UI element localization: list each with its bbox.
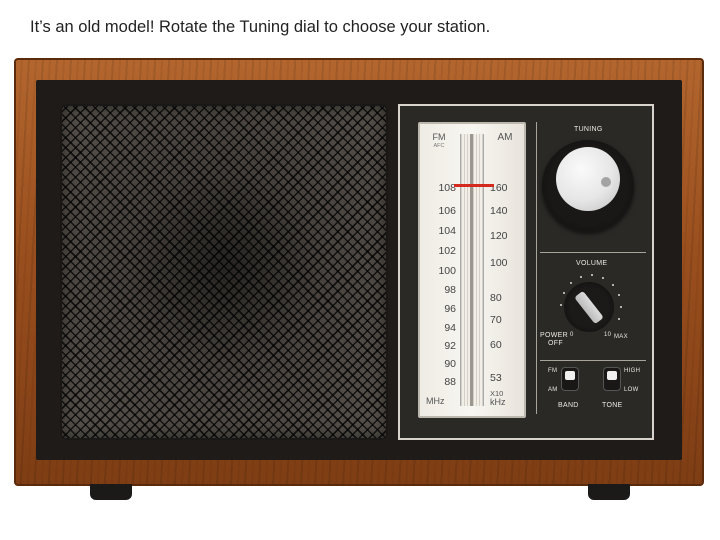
- volume-min-label: 0: [570, 332, 574, 338]
- volume-tick: [591, 274, 593, 276]
- fm-scale-header: FM: [432, 132, 446, 142]
- fm-scale-label: 104: [438, 225, 456, 237]
- fm-unit-label: MHz: [426, 396, 445, 406]
- am-scale-label: 160: [490, 182, 508, 194]
- volume-tick: [602, 277, 604, 279]
- fm-scale-label: 96: [444, 303, 456, 315]
- tone-low-label: LOW: [624, 387, 639, 393]
- band-am-label: AM: [548, 387, 558, 393]
- volume-tick: [560, 304, 562, 306]
- volume-tick: [620, 306, 622, 308]
- band-switch-nub: [565, 371, 575, 380]
- am-scale-label: 100: [490, 257, 508, 269]
- cabinet-foot-right: [588, 484, 630, 500]
- am-unit-khz: kHz: [490, 397, 506, 407]
- cabinet-foot-left: [90, 484, 132, 500]
- fm-scale-label: 108: [438, 182, 456, 194]
- fm-scale-label: 98: [444, 284, 456, 296]
- dial-scale-bar: [460, 134, 484, 406]
- tone-label: TONE: [602, 402, 623, 409]
- am-unit-label: X10 kHz: [490, 390, 506, 407]
- volume-tick: [580, 276, 582, 278]
- volume-tick: [618, 294, 620, 296]
- tone-switch[interactable]: [604, 368, 620, 390]
- volume-max-label: MAX: [614, 334, 628, 340]
- control-divider-vertical: [536, 122, 537, 414]
- tone-switch-nub: [607, 371, 617, 380]
- fm-scale-label: 90: [444, 358, 456, 370]
- fm-scale-label: 102: [438, 245, 456, 257]
- fm-scale-label: 88: [444, 376, 456, 388]
- am-scale-label: 120: [490, 230, 508, 242]
- am-scale-label: 70: [490, 314, 502, 326]
- volume-tick: [570, 282, 572, 284]
- fm-scale-label: 94: [444, 322, 456, 334]
- speaker-grille: [60, 104, 388, 440]
- fm-scale-label: 106: [438, 205, 456, 217]
- volume-tick: [612, 284, 614, 286]
- tuning-needle: [454, 184, 494, 187]
- am-scale-label: 53: [490, 372, 502, 384]
- volume-label: VOLUME: [576, 260, 608, 267]
- control-divider-upper: [540, 252, 646, 253]
- fm-scale-label: 92: [444, 340, 456, 352]
- am-scale-header: AM: [497, 132, 513, 143]
- am-scale-label: 60: [490, 339, 502, 351]
- frequency-dial-window: FM AFC AM 108 106 104 102 100 98 96 94 9…: [418, 122, 526, 418]
- control-divider-lower: [540, 360, 646, 361]
- speaker-cone-shadow: [120, 174, 330, 364]
- volume-tick: [618, 318, 620, 320]
- volume-knob[interactable]: [564, 282, 614, 332]
- afc-label: AFC: [433, 143, 445, 149]
- am-scale-label: 140: [490, 205, 508, 217]
- fm-scale-label: 100: [438, 265, 456, 277]
- tone-high-label: HIGH: [624, 368, 641, 374]
- am-scale-label: 80: [490, 292, 502, 304]
- power-label: POWER: [540, 332, 568, 339]
- tuning-indicator-dot: [601, 177, 611, 187]
- volume-ten-label: 10: [604, 332, 612, 338]
- tuning-dial[interactable]: [542, 140, 634, 232]
- power-off-label: OFF: [548, 340, 563, 347]
- band-switch[interactable]: [562, 368, 578, 390]
- tuning-label: TUNING: [574, 126, 603, 133]
- instruction-text: It’s an old model! Rotate the Tuning dia…: [30, 18, 491, 36]
- volume-knob-pointer: [574, 290, 604, 325]
- band-label: BAND: [558, 402, 579, 409]
- volume-tick: [563, 292, 565, 294]
- tuning-dial-face[interactable]: [556, 147, 620, 211]
- band-fm-label: FM: [548, 368, 558, 374]
